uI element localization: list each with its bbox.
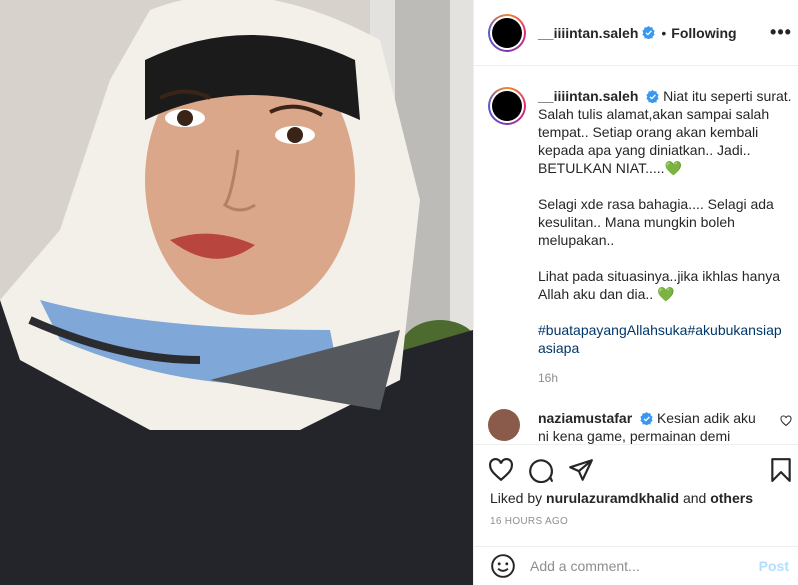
comment-bubble-icon[interactable] xyxy=(528,457,554,483)
caption-paragraph-2: Selagi xde rasa bahagia.... Selagi ada k… xyxy=(538,196,774,248)
add-comment-bar: Add a comment... Post xyxy=(474,546,798,585)
caption-paragraph-3: Lihat pada situasinya..jika ikhlas hanya… xyxy=(538,268,781,302)
action-bar xyxy=(474,444,798,496)
comment-item: naziamustafar Kesian adik aku ni kena ga… xyxy=(488,409,792,444)
post-comment-button[interactable]: Post xyxy=(759,558,789,574)
emoji-icon[interactable] xyxy=(490,553,516,579)
likes-conj: and xyxy=(682,490,707,506)
likes-others[interactable]: others xyxy=(710,490,753,506)
verified-badge-icon xyxy=(646,90,659,103)
save-bookmark-icon[interactable] xyxy=(768,457,794,483)
verified-badge-icon xyxy=(642,26,655,39)
caption-avatar[interactable] xyxy=(488,87,526,125)
comment-like-icon[interactable] xyxy=(780,415,792,427)
caption-username[interactable]: __iiiintan.saleh xyxy=(538,88,638,104)
caption-time[interactable]: 16h xyxy=(538,369,794,387)
like-heart-icon[interactable] xyxy=(488,457,514,483)
verified-badge-icon xyxy=(640,412,653,425)
author-username[interactable]: __iiiintan.saleh xyxy=(538,25,638,41)
comment-text: naziamustafar Kesian adik aku ni kena ga… xyxy=(538,409,768,444)
caption-hashtags[interactable]: #buatapayangAllahsuka#akubukansiap asiap… xyxy=(538,321,794,357)
commenter-avatar[interactable] xyxy=(488,409,520,441)
post-timestamp[interactable]: 16 HOURS AGO xyxy=(490,516,568,527)
selfie-image xyxy=(0,0,473,585)
post-photo[interactable] xyxy=(0,0,473,585)
share-paper-plane-icon[interactable] xyxy=(568,457,594,483)
likes-prefix: Liked by xyxy=(490,490,543,506)
comment-input[interactable]: Add a comment... xyxy=(530,558,759,574)
post-header: __iiiintan.saleh • Following ••• xyxy=(474,0,798,66)
post-detail-panel: __iiiintan.saleh • Following ••• __iiiin… xyxy=(473,0,798,585)
likes-user[interactable]: nurulazuramdkhalid xyxy=(546,490,679,506)
following-button[interactable]: Following xyxy=(671,25,736,41)
more-options-icon[interactable]: ••• xyxy=(770,22,791,42)
comments-section: __iiiintan.saleh Niat itu seperti surat.… xyxy=(474,67,798,444)
caption: __iiiintan.saleh Niat itu seperti surat.… xyxy=(488,87,794,387)
likes-summary: Liked by nurulazuramdkhalid and others xyxy=(490,490,753,506)
caption-text: __iiiintan.saleh Niat itu seperti surat.… xyxy=(538,87,794,387)
header-separator: • xyxy=(661,24,667,41)
commenter-username[interactable]: naziamustafar xyxy=(538,410,632,426)
author-avatar[interactable] xyxy=(488,13,526,52)
